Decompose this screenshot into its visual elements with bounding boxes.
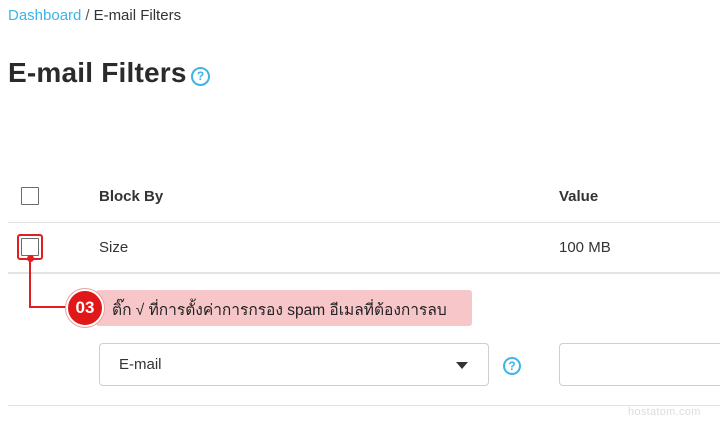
row-divider [8,272,720,274]
breadcrumb: Dashboard / E-mail Filters [8,7,181,24]
annotation-connector-vertical [29,258,31,307]
breadcrumb-separator: / [85,7,90,24]
header-divider [8,222,720,223]
column-header-value[interactable]: Value [559,188,598,205]
block-by-select[interactable]: E-mail [99,343,489,386]
step-number-badge: 03 [66,289,104,327]
breadcrumb-dashboard-link[interactable]: Dashboard [8,7,81,24]
block-by-select-value: E-mail [119,356,162,373]
breadcrumb-current: E-mail Filters [93,7,182,24]
row-value-cell: 100 MB [559,239,611,256]
caret-down-icon [456,362,468,369]
page-title: E-mail Filters [8,57,187,88]
form-divider [8,405,720,406]
watermark: hostatom.com [628,406,701,418]
column-header-block-by[interactable]: Block By [99,188,163,205]
select-all-checkbox[interactable] [21,187,39,205]
field-help-icon[interactable]: ? [503,357,521,375]
help-icon[interactable]: ? [191,67,210,86]
annotation-connector-dot [27,255,34,262]
filter-value-input[interactable] [559,343,720,386]
annotation-text: ติ๊ก √ ที่การตั้งค่าการกรอง spam อีเมลที… [112,302,447,319]
row-block-by-cell: Size [99,239,129,256]
annotation-connector-horizontal [29,306,69,308]
